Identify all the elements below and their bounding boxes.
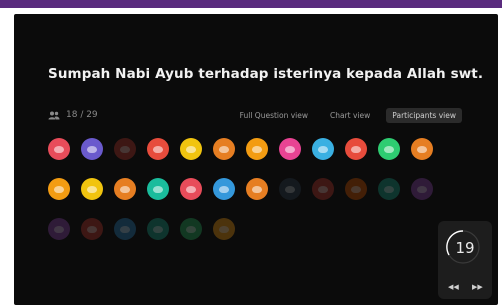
top-bar <box>0 0 502 8</box>
participant-avatar <box>312 178 334 200</box>
participant-avatar <box>411 178 433 200</box>
participant-avatar <box>411 138 433 160</box>
next-button[interactable]: ▶▶ <box>472 283 483 291</box>
avatar-row-3 <box>48 218 235 240</box>
participant-avatar <box>345 178 367 200</box>
participant-avatar <box>378 138 400 160</box>
participant-avatar <box>312 138 334 160</box>
timer-value: 19 <box>455 239 475 257</box>
participants-view-button[interactable]: Participants view <box>386 108 462 123</box>
participant-count-label: 18 / 29 <box>66 110 98 120</box>
participant-avatar <box>246 138 268 160</box>
timer-controls: ◀◀ ▶▶ <box>448 283 483 291</box>
timer-panel: 19 ◀◀ ▶▶ <box>438 221 492 299</box>
participant-avatar <box>147 178 169 200</box>
participant-avatar <box>114 218 136 240</box>
participant-avatar <box>180 218 202 240</box>
participant-avatar <box>378 178 400 200</box>
participant-avatar <box>147 218 169 240</box>
participant-count: 18 / 29 <box>48 110 98 120</box>
participant-avatar <box>246 178 268 200</box>
participant-avatar <box>48 218 70 240</box>
participant-avatar <box>213 138 235 160</box>
question-text: Sumpah Nabi Ayub terhadap isterinya kepa… <box>48 66 484 82</box>
participant-avatar <box>114 138 136 160</box>
avatar-row-2 <box>48 178 433 200</box>
participant-avatar <box>81 218 103 240</box>
full-question-view-button[interactable]: Full Question view <box>234 108 314 123</box>
participant-avatar <box>48 138 70 160</box>
view-switcher: Full Question view Chart view Participan… <box>234 108 462 123</box>
participant-avatar <box>279 138 301 160</box>
previous-button[interactable]: ◀◀ <box>448 283 459 291</box>
participant-avatar <box>213 178 235 200</box>
quiz-screen: Sumpah Nabi Ayub terhadap isterinya kepa… <box>14 14 498 305</box>
participant-avatar <box>345 138 367 160</box>
participant-avatar <box>48 178 70 200</box>
participant-avatar <box>279 178 301 200</box>
participant-avatar <box>114 178 136 200</box>
avatar-row-1 <box>48 138 433 160</box>
users-icon <box>48 111 60 119</box>
participant-avatar <box>213 218 235 240</box>
participant-avatar <box>81 138 103 160</box>
chart-view-button[interactable]: Chart view <box>324 108 376 123</box>
participant-avatar <box>81 178 103 200</box>
participant-avatar <box>147 138 169 160</box>
participant-avatar <box>180 178 202 200</box>
participant-avatar <box>180 138 202 160</box>
